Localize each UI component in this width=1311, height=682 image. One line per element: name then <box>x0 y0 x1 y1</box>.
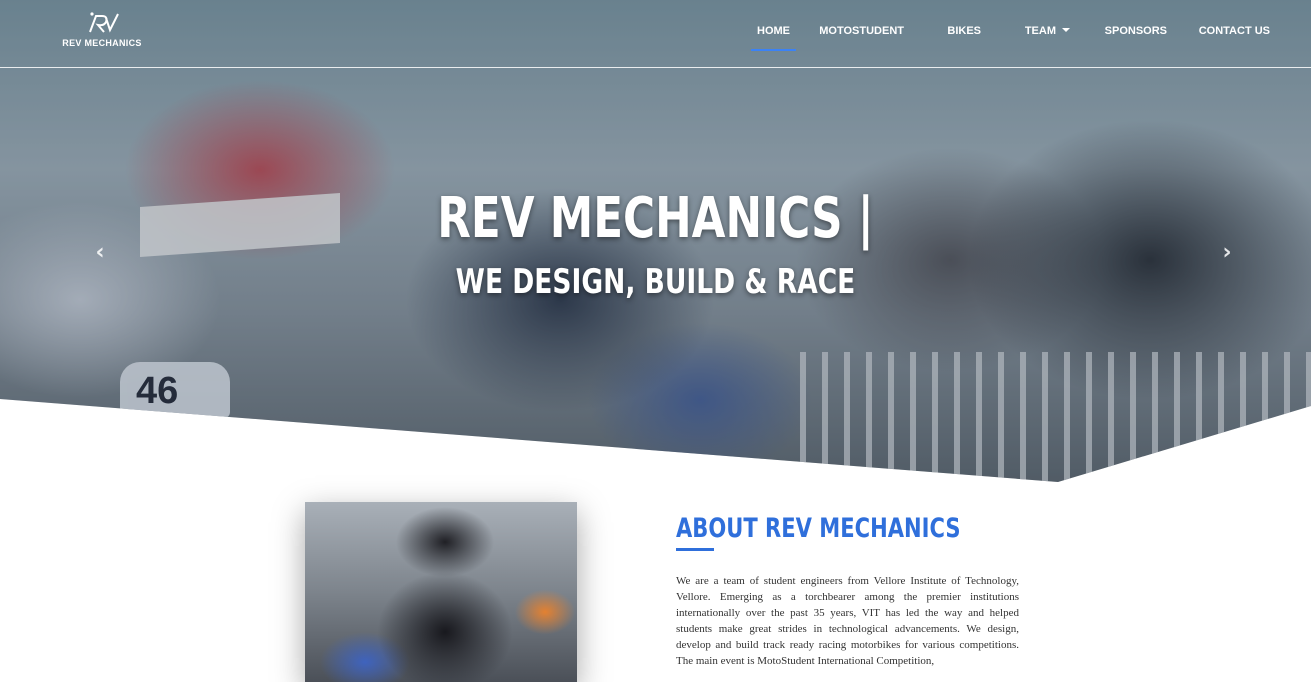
carousel-next-button[interactable]: › <box>1217 240 1237 265</box>
hero-title: REV MECHANICS | <box>437 186 874 251</box>
nav-sponsors[interactable]: SPONSORS <box>1105 25 1167 37</box>
brand-name: REV MECHANICS <box>62 38 142 48</box>
carousel-prev-button[interactable]: ‹ <box>90 240 110 265</box>
about-heading-underline <box>676 548 714 551</box>
navbar: REV MECHANICS HOME MOTOSTUDENT BIKES TEA… <box>0 0 1311 68</box>
chevron-right-icon: › <box>1222 240 1232 265</box>
caret-down-icon <box>1062 28 1070 32</box>
nav-team-label: TEAM <box>1024 25 1056 37</box>
about-text: We are a team of student engineers from … <box>676 575 1019 667</box>
nav-motostudent[interactable]: MOTOSTUDENT <box>819 25 904 37</box>
about-photo <box>305 502 577 682</box>
rv-logo-icon <box>89 12 119 33</box>
hero-banner: 46 REV MECHANICS | WE DESIGN, BUILD & RA… <box>0 0 1311 482</box>
nav-contact-us[interactable]: CONTACT US <box>1199 25 1270 37</box>
hero-subtitle: WE DESIGN, BUILD & RACE <box>455 262 856 302</box>
brand-logo-link[interactable]: REV MECHANICS <box>62 10 142 54</box>
nav-home[interactable]: HOME <box>751 25 796 51</box>
nav-bikes[interactable]: BIKES <box>947 25 981 37</box>
about-heading: ABOUT REV MECHANICS <box>676 513 961 544</box>
chevron-left-icon: ‹ <box>95 240 105 265</box>
nav-team[interactable]: TEAM <box>1025 25 1070 37</box>
